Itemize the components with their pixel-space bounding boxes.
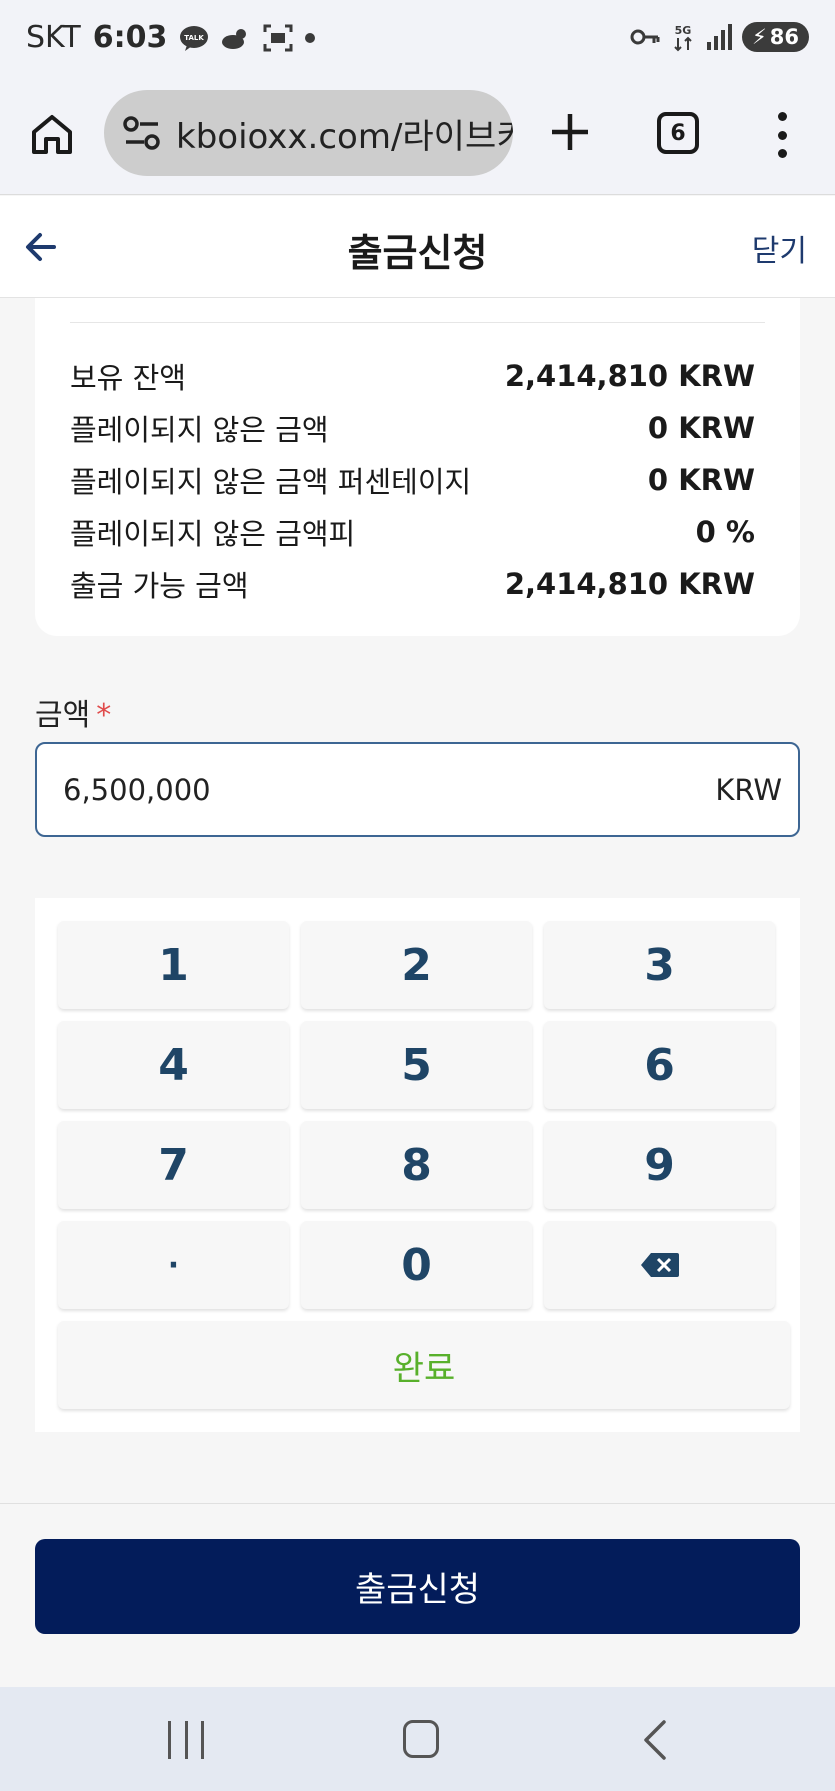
status-bar: SKT 6:03 TALK 5G ⚡ 86: [0, 0, 835, 82]
divider: [70, 322, 765, 323]
new-tab-icon[interactable]: [548, 110, 592, 154]
balance-value: 2,414,810 KRW: [504, 567, 755, 601]
balance-label: 플레이되지 않은 금액 퍼센테이지: [70, 465, 472, 499]
dot-icon: [305, 32, 316, 43]
balance-label: 출금 가능 금액: [70, 569, 249, 603]
balance-row-held: 보유 잔액 2,414,810 KRW: [70, 354, 755, 398]
backspace-key[interactable]: [544, 1221, 775, 1309]
screenshot-icon: [263, 24, 293, 52]
balance-label: 플레이되지 않은 금액: [70, 413, 329, 447]
backspace-icon: [640, 1253, 679, 1277]
key-7[interactable]: 7: [58, 1121, 289, 1209]
status-right: 5G ⚡ 86: [630, 22, 809, 52]
status-left: SKT 6:03 TALK: [26, 20, 316, 55]
talk-label: TALK: [185, 34, 205, 42]
app-header: 출금신청 닫기: [0, 196, 835, 298]
vpn-key-icon: [630, 27, 660, 47]
page-title: 출금신청: [347, 231, 488, 275]
tab-count: 6: [670, 120, 686, 146]
close-button[interactable]: 닫기: [752, 226, 807, 270]
network-label: 5G: [675, 24, 692, 37]
url-bar[interactable]: kboioxx.com/라이브키: [104, 90, 513, 176]
tab-switcher-button[interactable]: 6: [657, 112, 699, 154]
browser-toolbar: kboioxx.com/라이브키 6: [0, 82, 835, 195]
carrier-label: SKT: [26, 20, 81, 55]
key-1[interactable]: 1: [58, 921, 289, 1009]
site-settings-icon[interactable]: [122, 115, 162, 151]
system-nav-bar: [0, 1687, 835, 1791]
bolt-icon: ⚡: [752, 25, 767, 49]
key-5[interactable]: 5: [301, 1021, 532, 1109]
key-6[interactable]: 6: [544, 1021, 775, 1109]
balance-row-unplayed: 플레이되지 않은 금액 0 KRW: [70, 406, 755, 450]
home-nav-icon[interactable]: [403, 1720, 439, 1758]
key-2[interactable]: 2: [301, 921, 532, 1009]
weather-icon: [221, 25, 251, 51]
key-4[interactable]: 4: [58, 1021, 289, 1109]
balance-value: 2,414,810 KRW: [504, 359, 755, 393]
bottom-action-area: 출금신청: [0, 1503, 835, 1687]
battery-level: 86: [769, 25, 799, 49]
balance-value: 0 %: [695, 515, 755, 549]
balance-value: 0 KRW: [647, 411, 755, 445]
url-text: kboioxx.com/라이브키: [176, 116, 513, 157]
signal-icon: [706, 24, 733, 50]
amount-input[interactable]: 6,500,000 KRW: [35, 742, 800, 837]
back-nav-icon[interactable]: [640, 1719, 670, 1761]
balance-card: 보유 잔액 2,414,810 KRW 플레이되지 않은 금액 0 KRW 플레…: [35, 298, 800, 636]
amount-label: 금액 *: [35, 690, 111, 734]
balance-row-unplayed-percentage: 플레이되지 않은 금액 퍼센테이지 0 KRW: [70, 458, 755, 502]
status-time: 6:03: [92, 20, 168, 55]
home-icon[interactable]: [30, 112, 74, 156]
amount-unit: KRW: [715, 772, 782, 807]
balance-label: 플레이되지 않은 금액피: [70, 517, 356, 551]
recent-apps-icon[interactable]: [168, 1721, 204, 1759]
key-0[interactable]: 0: [301, 1221, 532, 1309]
balance-label: 보유 잔액: [70, 361, 186, 395]
battery-indicator: ⚡ 86: [742, 22, 809, 52]
amount-label-text: 금액: [35, 698, 91, 733]
key-3[interactable]: 3: [544, 921, 775, 1009]
network-5g-icon: 5G: [670, 22, 696, 52]
done-button[interactable]: 완료: [58, 1321, 790, 1409]
balance-row-unplayed-fee: 플레이되지 않은 금액피 0 %: [70, 510, 755, 554]
required-mark: *: [96, 698, 112, 733]
withdraw-submit-button[interactable]: 출금신청: [35, 1539, 800, 1634]
balance-row-withdrawable: 출금 가능 금액 2,414,810 KRW: [70, 562, 755, 606]
key-decimal[interactable]: ·: [58, 1221, 289, 1309]
numeric-keypad: 1 2 3 4 5 6 7 8 9 · 0 완료: [35, 898, 800, 1432]
balance-value: 0 KRW: [647, 463, 755, 497]
more-options-icon[interactable]: [770, 112, 794, 158]
key-9[interactable]: 9: [544, 1121, 775, 1209]
amount-value: 6,500,000: [63, 772, 211, 807]
kakaotalk-icon: TALK: [179, 25, 209, 51]
key-8[interactable]: 8: [301, 1121, 532, 1209]
